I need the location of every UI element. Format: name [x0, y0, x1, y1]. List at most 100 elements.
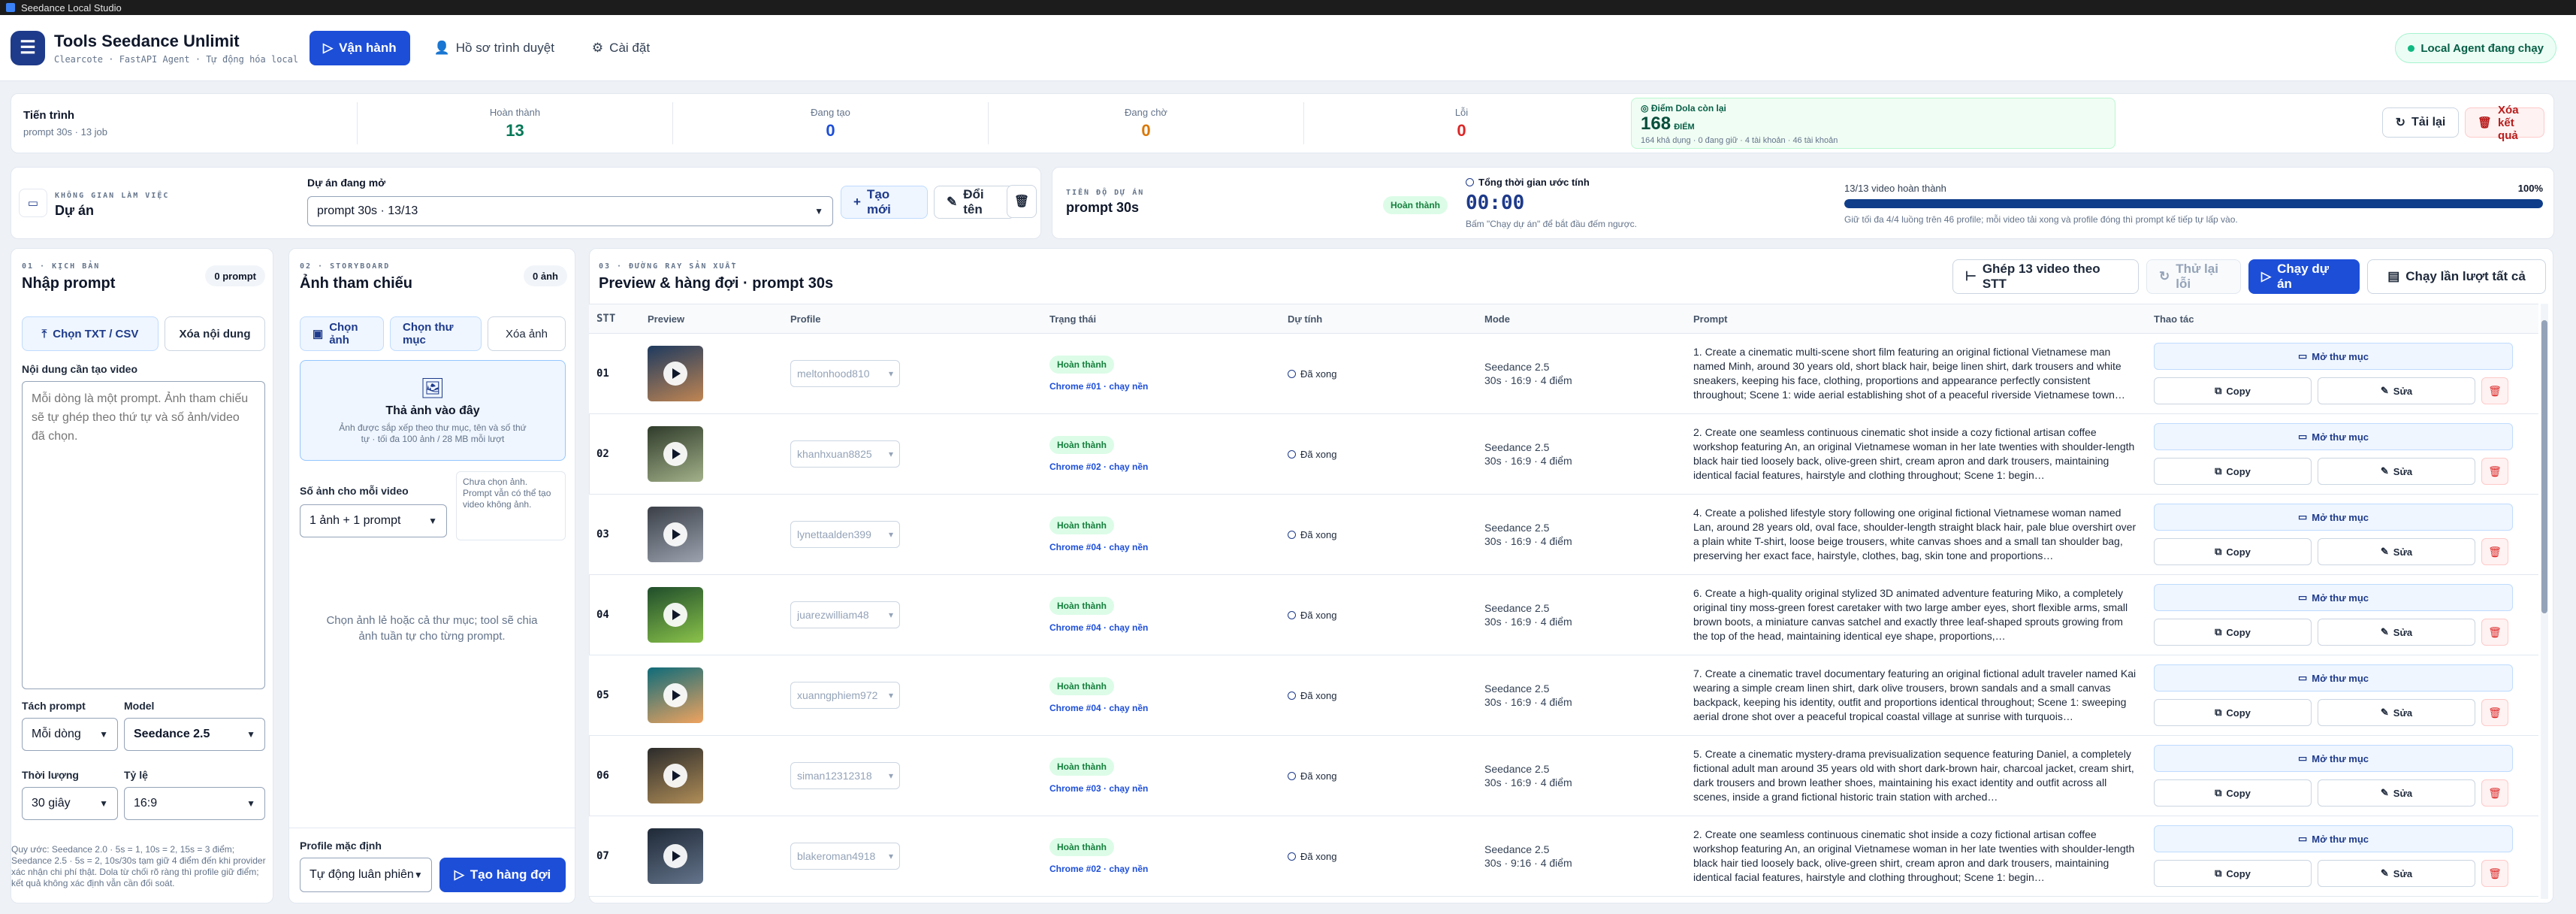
choose-txt-csv-button[interactable]: ⤒ Chọn TXT / CSV	[22, 316, 159, 351]
delete-row-button[interactable]: 🗑	[2481, 779, 2508, 807]
edit-button[interactable]: ✎ Sửa	[2318, 699, 2475, 726]
open-folder-button[interactable]: ▭ Mở thư mục	[2154, 423, 2513, 450]
image-dropzone[interactable]: 🖼 Thả ảnh vào đây Ảnh được sắp xếp theo …	[300, 360, 566, 461]
profile-select[interactable]: xuanngphiem972 ▾	[790, 682, 900, 709]
clear-content-button[interactable]: Xóa nội dung	[165, 316, 265, 351]
delete-row-button[interactable]: 🗑	[2481, 458, 2508, 485]
ratio-select[interactable]: 16:9 ▼	[124, 787, 265, 820]
project-select[interactable]: prompt 30s · 13/13 ▼	[307, 196, 833, 226]
trash-icon: 🗑	[2488, 706, 2502, 719]
open-folder-button[interactable]: ▭ Mở thư mục	[2154, 504, 2513, 531]
edit-button[interactable]: ✎ Sửa	[2318, 779, 2475, 807]
edit-button[interactable]: ✎ Sửa	[2318, 377, 2475, 404]
model-select[interactable]: Seedance 2.5 ▼	[124, 718, 265, 751]
copy-button[interactable]: ⧉ Copy	[2154, 779, 2312, 807]
duration-select[interactable]: 30 giây ▼	[22, 787, 118, 820]
play-icon[interactable]	[663, 442, 687, 466]
run-project-button[interactable]: ▷ Chạy dự án	[2248, 259, 2360, 294]
delete-project-button[interactable]: 🗑	[1007, 185, 1037, 218]
play-icon[interactable]	[663, 683, 687, 707]
video-thumbnail[interactable]	[648, 667, 703, 723]
video-thumbnail[interactable]	[648, 828, 703, 884]
chevron-down-icon: ▼	[246, 729, 255, 740]
row-status: Hoàn thành Chrome #04 · chạy nền	[1042, 597, 1280, 633]
play-icon[interactable]	[663, 362, 687, 386]
edit-button[interactable]: ✎ Sửa	[2318, 860, 2475, 887]
folder-icon: ▭	[2297, 431, 2308, 442]
split-select[interactable]: Mỗi dòng ▼	[22, 718, 118, 751]
table-header: STT Preview Profile Trạng thái Dự tính M…	[589, 304, 2538, 334]
choose-images-button[interactable]: ▣ Chọn ảnh	[300, 316, 384, 351]
open-folder-button[interactable]: ▭ Mở thư mục	[2154, 584, 2513, 611]
copy-button[interactable]: ⧉ Copy	[2154, 377, 2312, 404]
trash-icon: 🗑	[2488, 545, 2502, 558]
delete-row-button[interactable]: 🗑	[2481, 619, 2508, 646]
reload-button[interactable]: ↻ Tải lại	[2382, 107, 2459, 138]
new-project-button[interactable]: + Tạo mới	[841, 186, 928, 219]
project-progress-bar	[1844, 199, 2543, 208]
stats-bar: Tiến trình prompt 30s · 13 job Hoàn thàn…	[11, 93, 2554, 153]
table-scrollbar[interactable]	[2541, 304, 2548, 899]
rename-project-button[interactable]: ✎ Đổi tên	[934, 186, 1015, 219]
profile-select[interactable]: juarezwilliam48 ▾	[790, 601, 900, 628]
copy-button[interactable]: ⧉ Copy	[2154, 619, 2312, 646]
mode-model: Seedance 2.5	[1484, 522, 1550, 534]
video-thumbnail[interactable]	[648, 507, 703, 562]
edit-label: Sửa	[2393, 546, 2413, 558]
nav-browser-profiles-button[interactable]: 👤 Hồ sơ trình duyệt	[421, 31, 568, 65]
nav-settings-button[interactable]: ⚙ Cài đặt	[578, 31, 663, 65]
action-row: ⧉ Copy ✎ Sửa 🗑	[2154, 699, 2537, 726]
prompt-textarea[interactable]	[22, 381, 265, 689]
retry-errors-button[interactable]: ↻ Thử lại lỗi	[2146, 259, 2241, 294]
copy-button[interactable]: ⧉ Copy	[2154, 458, 2312, 485]
profile-select[interactable]: meltonhood810 ▾	[790, 360, 900, 387]
delete-row-button[interactable]: 🗑	[2481, 377, 2508, 404]
play-icon[interactable]	[663, 603, 687, 627]
default-profile-select[interactable]: Tự động luân phiên ▼	[300, 858, 432, 892]
open-folder-button[interactable]: ▭ Mở thư mục	[2154, 745, 2513, 772]
copy-icon: ⧉	[2215, 867, 2222, 879]
chevron-down-icon: ▾	[888, 449, 893, 459]
open-folder-button[interactable]: ▭ Mở thư mục	[2154, 825, 2513, 852]
play-icon[interactable]	[663, 844, 687, 868]
retry-errors-label: Thử lại lỗi	[2176, 262, 2218, 291]
clear-results-button[interactable]: 🗑 Xóa kết quả	[2465, 104, 2544, 142]
edit-button[interactable]: ✎ Sửa	[2318, 538, 2475, 565]
play-icon[interactable]	[663, 764, 687, 788]
video-thumbnail[interactable]	[648, 346, 703, 401]
scrollbar-thumb[interactable]	[2541, 320, 2547, 613]
video-thumbnail[interactable]	[648, 426, 703, 482]
run-all-button[interactable]: ▤ Chạy lần lượt tất cả	[2367, 259, 2546, 294]
play-icon[interactable]	[663, 522, 687, 546]
edit-button[interactable]: ✎ Sửa	[2318, 458, 2475, 485]
col-preview: Preview	[648, 313, 685, 325]
script-heading: 01 · KỊCH BẢN Nhập prompt	[22, 262, 115, 292]
col-prompt: Prompt	[1693, 313, 1728, 325]
delete-row-button[interactable]: 🗑	[2481, 860, 2508, 887]
video-thumbnail[interactable]	[648, 748, 703, 804]
image-hint-box: Chưa chọn ảnh. Prompt vẫn có thể tạo vid…	[456, 471, 566, 540]
delete-row-button[interactable]: 🗑	[2481, 699, 2508, 726]
nav-operate-button[interactable]: ▷ Vận hành	[310, 30, 410, 65]
row-estimate: Đã xong	[1280, 851, 1477, 862]
clear-images-button[interactable]: Xóa ảnh	[488, 316, 566, 351]
edit-button[interactable]: ✎ Sửa	[2318, 619, 2475, 646]
open-folder-button[interactable]: ▭ Mở thư mục	[2154, 664, 2513, 692]
video-thumbnail[interactable]	[648, 587, 703, 643]
per-video-select[interactable]: 1 ảnh + 1 prompt ▼	[300, 504, 447, 537]
create-queue-button[interactable]: ▷ Tạo hàng đợi	[439, 858, 566, 892]
copy-button[interactable]: ⧉ Copy	[2154, 860, 2312, 887]
open-folder-button[interactable]: ▭ Mở thư mục	[2154, 343, 2513, 370]
delete-row-button[interactable]: 🗑	[2481, 538, 2508, 565]
upload-icon: ⤒	[41, 327, 47, 340]
profile-select[interactable]: siman12312318 ▾	[790, 762, 900, 789]
choose-folder-button[interactable]: Chọn thư mục	[390, 316, 482, 351]
profile-select[interactable]: lynettaalden399 ▾	[790, 521, 900, 548]
copy-button[interactable]: ⧉ Copy	[2154, 538, 2312, 565]
profile-select[interactable]: blakeroman4918 ▾	[790, 843, 900, 870]
merge-videos-button[interactable]: ⊢ Ghép 13 video theo STT	[1952, 259, 2139, 294]
profile-select[interactable]: khanhxuan8825 ▾	[790, 440, 900, 468]
copy-button[interactable]: ⧉ Copy	[2154, 699, 2312, 726]
row-actions: ▭ Mở thư mục ⧉ Copy ✎ Sửa 🗑	[2146, 745, 2537, 807]
mode-detail: 30s · 16:9 · 4 điểm	[1484, 455, 1572, 467]
